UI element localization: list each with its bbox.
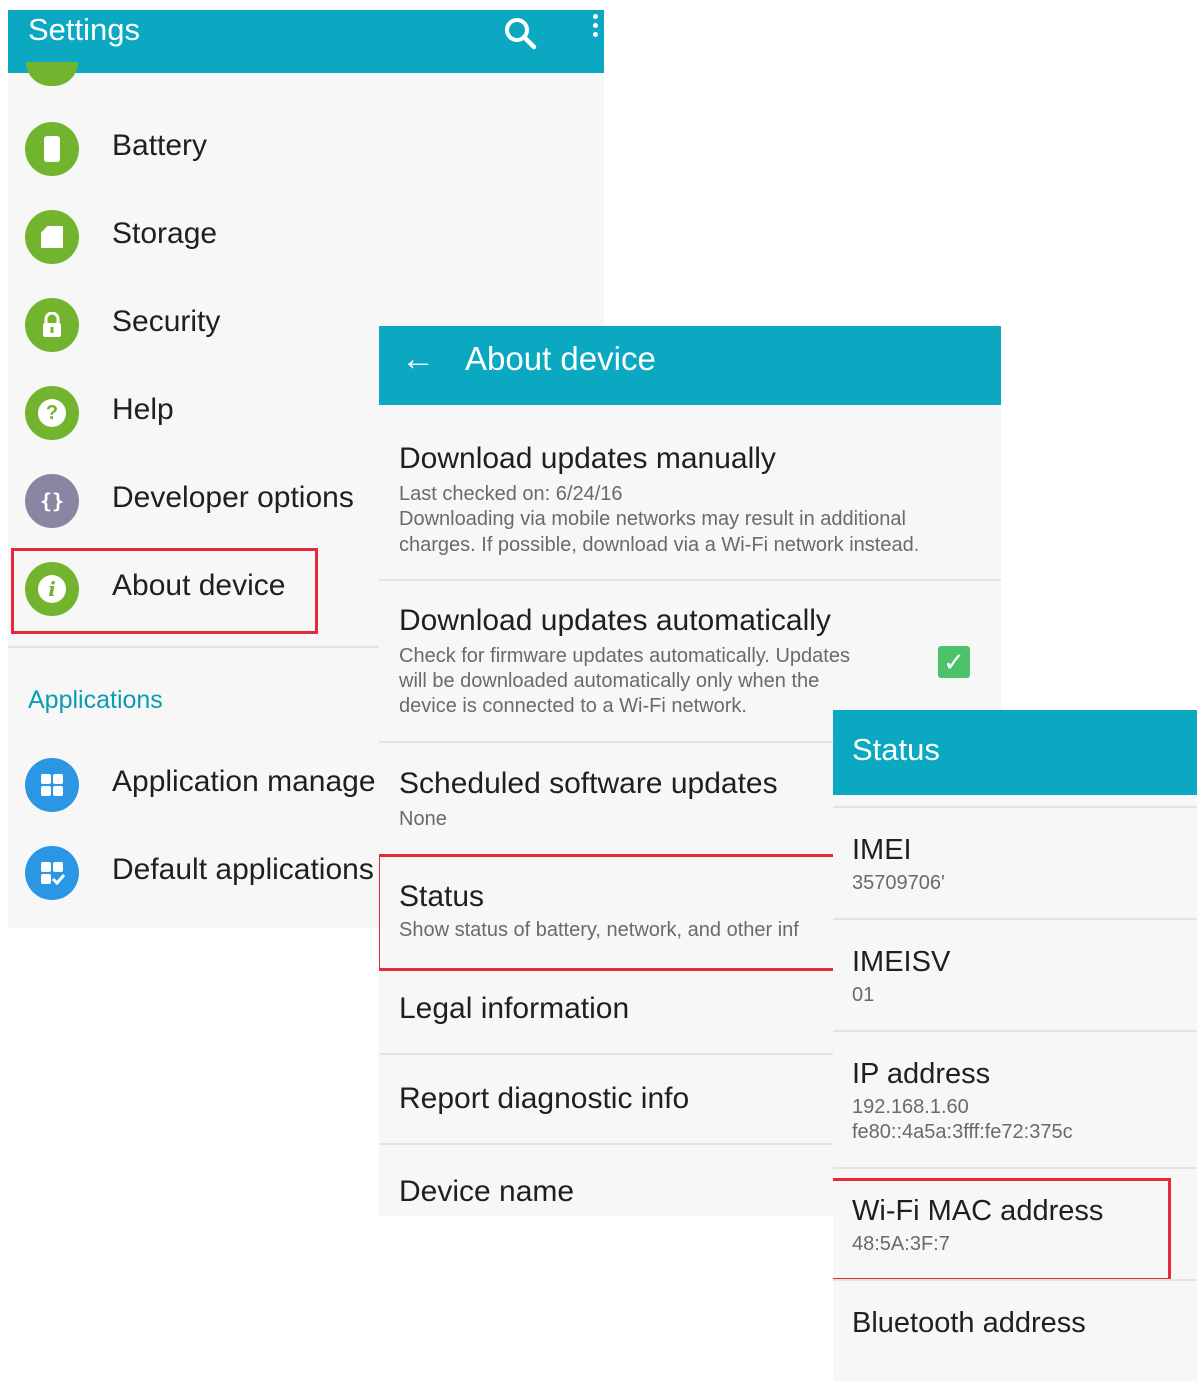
item-value: fe80::4a5a:3fff:fe72:375c [852,1121,1073,1143]
imeisv-item[interactable]: IMEISV 01 [833,920,1197,1030]
about-app-bar: ← About device [379,326,1001,405]
item-title: Report diagnostic info [399,1082,690,1115]
item-value: 01 [852,984,875,1006]
item-title: IMEISV [852,946,951,978]
item-subtitle: will be downloaded automatically only wh… [399,670,820,692]
item-title: Scheduled software updates [399,767,778,800]
download-updates-manually-item[interactable]: Download updates manually Last checked o… [379,405,1001,579]
partial-item-icon [26,62,78,86]
item-title: IMEI [852,834,912,866]
auto-update-checkbox[interactable]: ✓ [938,646,970,678]
ip-address-item[interactable]: IP address 192.168.1.60 fe80::4a5a:3fff:… [833,1032,1197,1167]
lock-icon [25,298,79,352]
more-options-icon[interactable] [590,14,600,46]
settings-item-storage[interactable]: Storage [8,193,604,281]
highlight-box [379,854,839,971]
highlight-box [11,548,318,634]
item-title: Bluetooth address [852,1307,1086,1339]
highlight-box [833,1178,1171,1281]
item-title: Device name [399,1175,575,1208]
status-screen: Status IMEI 35709706' IMEISV 01 IP addre… [833,710,1197,1381]
sd-card-icon [25,210,79,264]
item-subtitle: Check for firmware updates automatically… [399,645,850,667]
grid-icon [25,758,79,812]
question-icon: ? [25,386,79,440]
status-app-bar: Status [833,710,1197,795]
settings-item-label: Developer options [112,481,354,514]
about-title: About device [465,340,656,377]
back-arrow-icon[interactable]: ← [401,340,435,379]
settings-title: Settings [28,12,141,47]
item-subtitle: device is connected to a Wi-Fi network. [399,695,747,717]
item-subtitle: Last checked on: 6/24/16 [399,483,623,505]
settings-app-bar: Settings [8,10,604,73]
settings-item-label: Storage [112,217,218,250]
item-subtitle: Downloading via mobile networks may resu… [399,508,906,530]
item-subtitle: None [399,808,447,830]
battery-icon [25,122,79,176]
settings-item-label: Security [112,305,221,338]
braces-icon: {} [25,474,79,528]
settings-item-battery[interactable]: Battery [8,105,604,193]
item-title: Download updates manually [399,442,776,475]
settings-item-label: Battery [112,129,208,162]
status-title: Status [852,732,940,767]
item-title: Legal information [399,992,630,1025]
settings-item-label: Default applications [112,853,374,886]
item-title: Download updates automatically [399,604,831,637]
search-icon[interactable] [500,14,540,54]
section-header-applications: Applications [28,686,163,714]
item-title: IP address [852,1058,991,1090]
item-subtitle: charges. If possible, download via a Wi-… [399,534,920,556]
settings-item-label: Help [112,393,174,426]
item-value: 192.168.1.60 [852,1096,969,1118]
settings-item-label: Application manage [112,765,376,798]
grid-check-icon [25,846,79,900]
item-value: 35709706' [852,872,945,894]
imei-item[interactable]: IMEI 35709706' [833,808,1197,918]
bluetooth-address-item[interactable]: Bluetooth address [833,1281,1197,1381]
